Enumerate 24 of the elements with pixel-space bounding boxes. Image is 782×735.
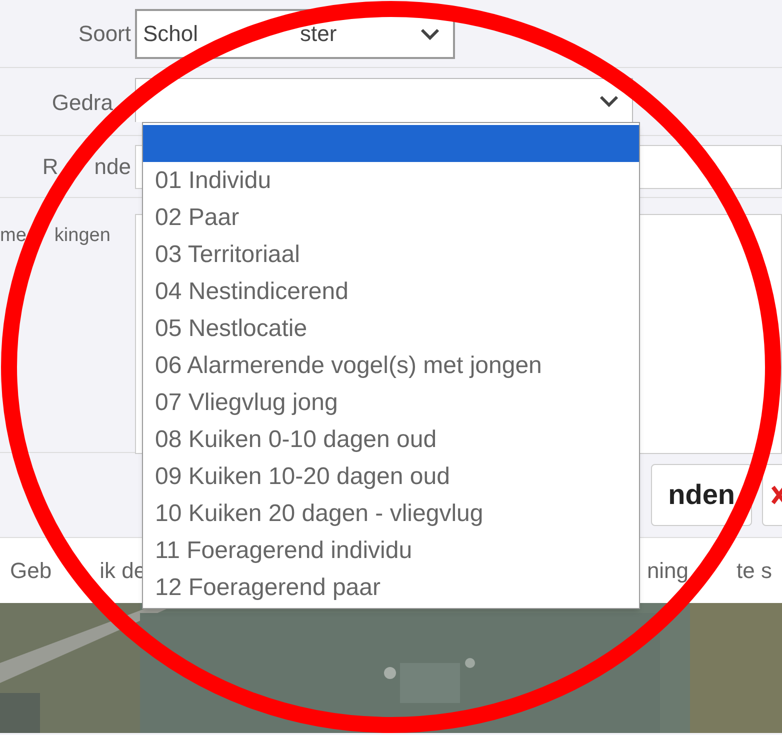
dropdown-option[interactable]: 07 Vliegvlug jong [143, 384, 639, 421]
hint-text: te s [736, 557, 772, 585]
chevron-down-icon [598, 94, 620, 108]
hint-text: Geb [10, 557, 52, 585]
dropdown-option[interactable]: 11 Foeragerend individu [143, 532, 639, 569]
dropdown-option[interactable]: 03 Territoriaal [143, 236, 639, 273]
dropdown-option[interactable]: 05 Nestlocatie [143, 310, 639, 347]
field-label: me [0, 224, 26, 248]
dropdown-option[interactable]: 08 Kuiken 0-10 dagen oud [143, 421, 639, 458]
hint-text: ning [646, 557, 689, 585]
dropdown-option[interactable]: 01 Individu [143, 162, 639, 199]
dropdown-option[interactable]: 06 Alarmerende vogel(s) met jongen [143, 347, 639, 384]
dropdown-option[interactable]: 04 Nestindicerend [143, 273, 639, 310]
chevron-down-icon [419, 26, 441, 40]
field-label: Gedra [52, 89, 113, 117]
dropdown-option[interactable]: 09 Kuiken 10-20 dagen oud [143, 458, 639, 495]
select-field[interactable] [135, 78, 633, 122]
dropdown-option[interactable]: 10 Kuiken 20 dagen - vliegvlug [143, 495, 639, 532]
field-label: kingen [54, 224, 110, 248]
field-label: R [42, 153, 58, 181]
field-label: Soort [78, 20, 131, 48]
field-label: nde [94, 153, 131, 181]
dropdown-option[interactable]: 02 Paar [143, 199, 639, 236]
dropdown-option[interactable]: 12 Foeragerend paar [143, 569, 639, 606]
